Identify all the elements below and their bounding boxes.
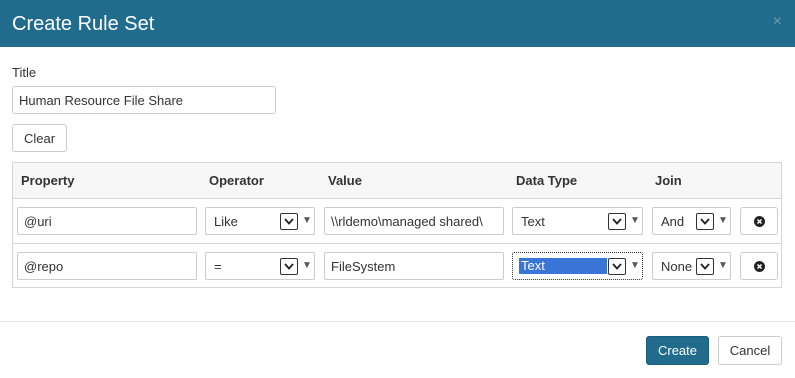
data-type-select[interactable]: Text ▼ [512, 207, 643, 235]
value-input[interactable]: \\rldemo\managed shared\ [324, 207, 504, 235]
column-header-data-type: Data Type [516, 173, 578, 188]
chevron-down-icon[interactable] [608, 213, 626, 230]
cancel-button[interactable]: Cancel [718, 336, 782, 365]
chevron-down-icon: ▼ [718, 215, 728, 226]
remove-row-button[interactable] [740, 252, 778, 280]
rules-table: Property Operator Value Data Type Join @… [12, 162, 782, 288]
property-input[interactable]: @repo [17, 252, 197, 280]
footer-divider [0, 321, 795, 322]
operator-select[interactable]: = ▼ [205, 252, 315, 280]
chevron-down-icon[interactable] [280, 213, 298, 230]
column-header-operator: Operator [209, 173, 264, 188]
operator-select[interactable]: Like ▼ [205, 207, 315, 235]
value-input[interactable]: FileSystem [324, 252, 504, 280]
table-header: Property Operator Value Data Type Join [13, 163, 781, 199]
chevron-down-icon[interactable] [696, 258, 714, 275]
data-type-select[interactable]: Text ▼ [512, 252, 643, 280]
join-value: And [661, 214, 685, 229]
chevron-down-icon: ▼ [302, 215, 312, 226]
chevron-down-icon: ▼ [630, 215, 640, 226]
clear-button[interactable]: Clear [12, 124, 67, 152]
title-input[interactable] [12, 86, 276, 114]
column-header-value: Value [328, 173, 362, 188]
data-type-value: Text [521, 214, 545, 229]
table-row: @uri Like ▼ \\rldemo\managed shared\ Tex… [13, 199, 781, 244]
remove-circle-icon [754, 261, 765, 272]
chevron-down-icon[interactable] [696, 213, 714, 230]
close-icon[interactable]: × [773, 13, 782, 31]
dialog-header: Create Rule Set × [0, 0, 795, 47]
dialog-title: Create Rule Set [12, 13, 155, 35]
join-select[interactable]: And ▼ [652, 207, 731, 235]
data-type-value: Text [519, 258, 607, 274]
chevron-down-icon[interactable] [608, 258, 626, 275]
column-header-property: Property [21, 173, 75, 188]
create-button[interactable]: Create [646, 336, 709, 365]
remove-circle-icon [754, 216, 765, 227]
property-input[interactable]: @uri [17, 207, 197, 235]
table-row: @repo = ▼ FileSystem Text ▼ None ▼ [13, 244, 781, 289]
column-header-join: Join [655, 173, 682, 188]
remove-row-button[interactable] [740, 207, 778, 235]
chevron-down-icon[interactable] [280, 258, 298, 275]
join-select[interactable]: None ▼ [652, 252, 731, 280]
operator-value: = [214, 259, 222, 274]
chevron-down-icon: ▼ [630, 260, 640, 271]
title-label: Title [12, 65, 37, 80]
chevron-down-icon: ▼ [302, 260, 312, 271]
chevron-down-icon: ▼ [718, 260, 728, 271]
operator-value: Like [214, 214, 238, 229]
join-value: None [661, 259, 693, 274]
